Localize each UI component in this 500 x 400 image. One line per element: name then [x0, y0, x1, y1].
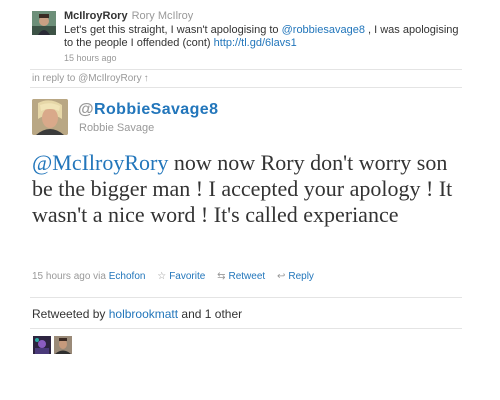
parent-full-name: Rory McIlroy	[131, 10, 194, 22]
parent-text-before: Let's get this straight, I wasn't apolog…	[64, 24, 282, 36]
retweeted-suffix: and 1 other	[178, 307, 243, 321]
separator	[30, 328, 462, 329]
reply-button[interactable]: ↩ Reply	[277, 271, 314, 282]
reply-label: Reply	[288, 271, 314, 282]
separator	[30, 69, 462, 70]
retweet-button[interactable]: ⇆ Retweet	[217, 271, 265, 282]
retweeter-avatar[interactable]	[54, 336, 72, 354]
star-icon: ☆	[157, 271, 167, 282]
separator	[30, 297, 462, 298]
parent-tweet-link[interactable]: http://tl.gd/6lavs1	[214, 37, 297, 49]
main-screen-name-text: RobbieSavage8	[94, 101, 219, 118]
retweet-label: Retweet	[228, 271, 266, 282]
retweeter-link[interactable]: holbrookmatt	[109, 307, 178, 321]
parent-screen-name[interactable]: McIlroyRory	[64, 10, 128, 22]
main-screen-name[interactable]: @RobbieSavage8	[78, 101, 218, 119]
in-reply-to[interactable]: in reply to @McIlroyRory ↑	[32, 73, 149, 84]
parent-timestamp[interactable]: 15 hours ago	[64, 53, 464, 63]
via-label: via	[93, 271, 106, 282]
main-tweet-text: @McIlroyRory now now Rory don't worry so…	[32, 150, 462, 228]
parent-tweet-text: Let's get this straight, I wasn't apolog…	[64, 24, 464, 50]
parent-mention-link[interactable]: @robbiesavage8	[282, 24, 365, 36]
retweeted-prefix: Retweeted by	[32, 307, 109, 321]
tweet-meta: 15 hours ago via Echofon ☆ Favorite ⇆ Retw…	[32, 271, 314, 282]
parent-tweet-header: McIlroyRory Rory McIlroy	[64, 10, 464, 23]
separator	[30, 87, 462, 88]
robbie-savage-avatar[interactable]	[32, 99, 68, 135]
retweet-icon: ⇆	[217, 271, 226, 282]
favorite-button[interactable]: ☆ Favorite	[157, 271, 205, 282]
at-sign: @	[78, 101, 95, 118]
main-full-name: Robbie Savage	[79, 122, 155, 134]
reply-arrow-icon: ↩	[276, 271, 286, 282]
source-link[interactable]: Echofon	[109, 271, 146, 282]
main-timestamp[interactable]: 15 hours ago	[32, 271, 90, 282]
in-reply-to-label: in reply to @McIlroyRory	[32, 73, 142, 84]
up-arrow-icon: ↑	[143, 73, 149, 84]
retweeter-avatar[interactable]	[33, 336, 51, 354]
main-mention-link[interactable]: @McIlroyRory	[32, 150, 168, 175]
retweeted-by: Retweeted by holbrookmatt and 1 other	[32, 307, 242, 321]
mcilroy-avatar[interactable]	[32, 11, 56, 35]
favorite-label: Favorite	[169, 271, 206, 282]
